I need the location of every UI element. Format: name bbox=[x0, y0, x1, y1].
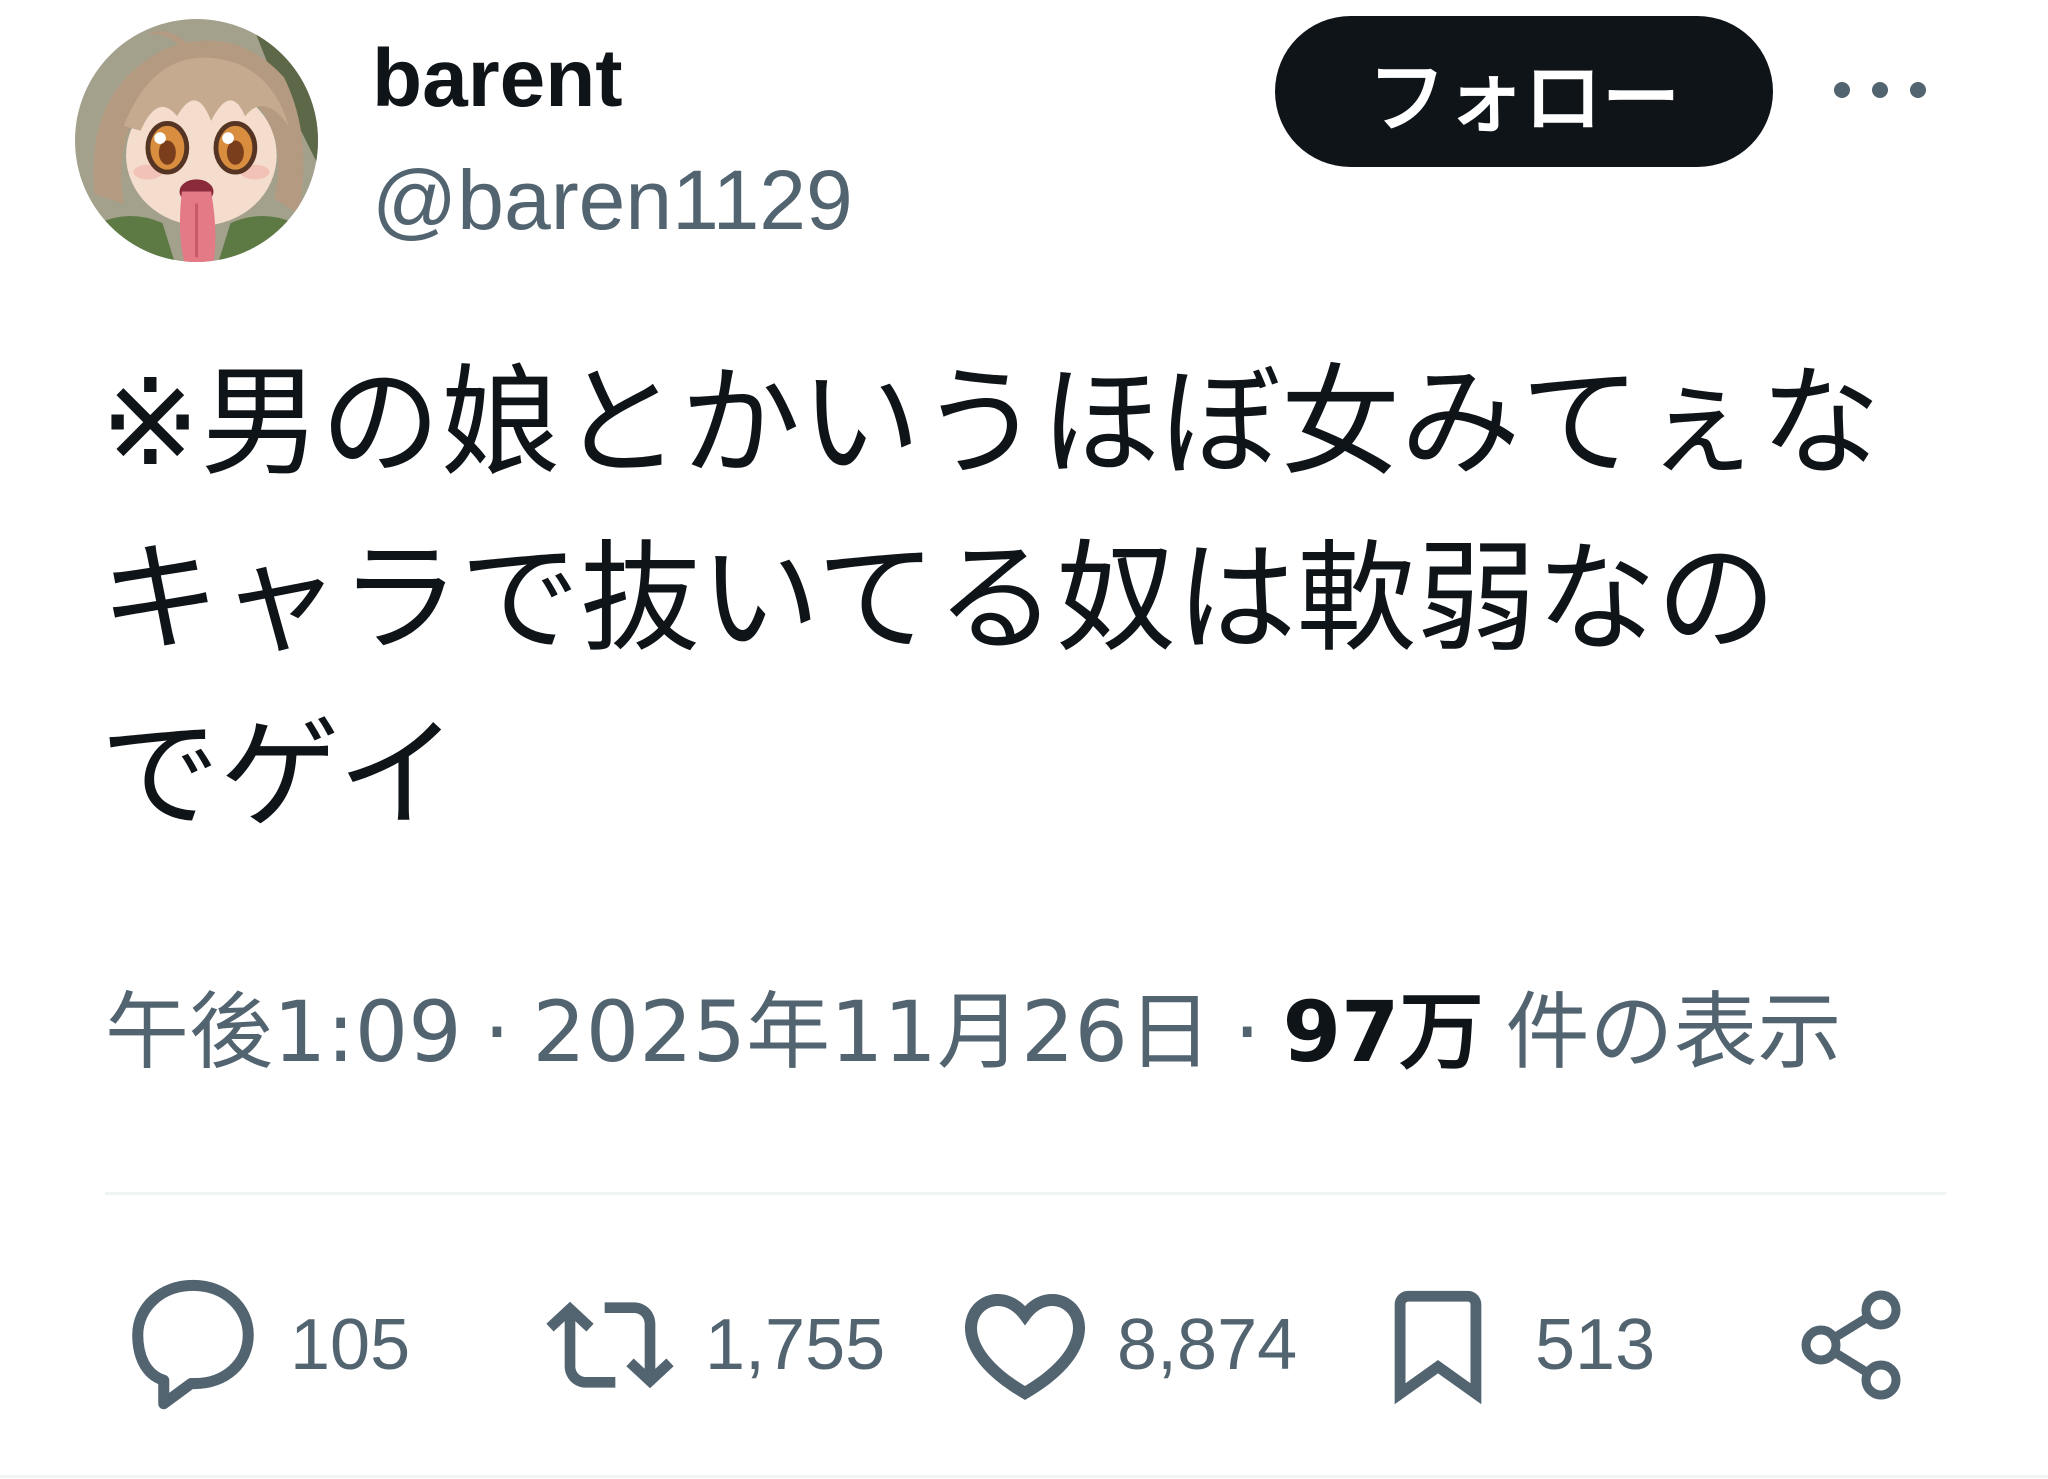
more-horizontal-icon[interactable] bbox=[1830, 78, 1930, 102]
tweet-time: 午後1:09 bbox=[105, 983, 462, 1081]
avatar-image bbox=[75, 19, 318, 262]
more-button[interactable] bbox=[1822, 60, 1938, 120]
bottom-divider bbox=[0, 1475, 2048, 1478]
bookmark-icon[interactable] bbox=[1373, 1280, 1503, 1410]
tweet-text: ※男の娘とかいうほぼ女みてぇな キャラで抜いてる奴は軟弱なの でゲイ bbox=[100, 336, 1980, 864]
avatar[interactable] bbox=[75, 19, 318, 262]
tweet-text-line: でゲイ bbox=[100, 706, 458, 845]
retweet-count[interactable]: 1,755 bbox=[705, 1289, 885, 1401]
reply-icon[interactable] bbox=[115, 1262, 271, 1418]
author-name[interactable]: barent bbox=[372, 38, 623, 120]
divider bbox=[105, 1192, 1946, 1195]
tweet-date: 2025年11月26日 bbox=[532, 983, 1212, 1081]
reply-count[interactable]: 105 bbox=[290, 1289, 410, 1401]
views-label: 件の表示 bbox=[1505, 983, 1842, 1081]
heart-icon[interactable] bbox=[953, 1273, 1097, 1417]
follow-button[interactable]: フォロー bbox=[1275, 16, 1773, 167]
views-count: 97万 bbox=[1282, 983, 1484, 1081]
tweet-timestamp[interactable]: 午後1:09 · 2025年11月26日 bbox=[105, 983, 1212, 1081]
meta-separator: · bbox=[483, 983, 511, 1081]
bookmark-count[interactable]: 513 bbox=[1535, 1289, 1655, 1401]
tweet-text-line: キャラで抜いてる奴は軟弱なの bbox=[100, 530, 1777, 669]
retweet-icon[interactable] bbox=[546, 1281, 674, 1409]
author-handle[interactable]: @baren1129 bbox=[372, 158, 853, 242]
share-icon[interactable] bbox=[1791, 1285, 1911, 1405]
meta-separator: · bbox=[1233, 983, 1261, 1081]
tweet-meta: 午後1:09 · 2025年11月26日 · 97万 件の表示 bbox=[105, 977, 1842, 1087]
tweet-text-line: ※男の娘とかいうほぼ女みてぇな bbox=[100, 354, 1881, 493]
like-count[interactable]: 8,874 bbox=[1117, 1289, 1297, 1401]
